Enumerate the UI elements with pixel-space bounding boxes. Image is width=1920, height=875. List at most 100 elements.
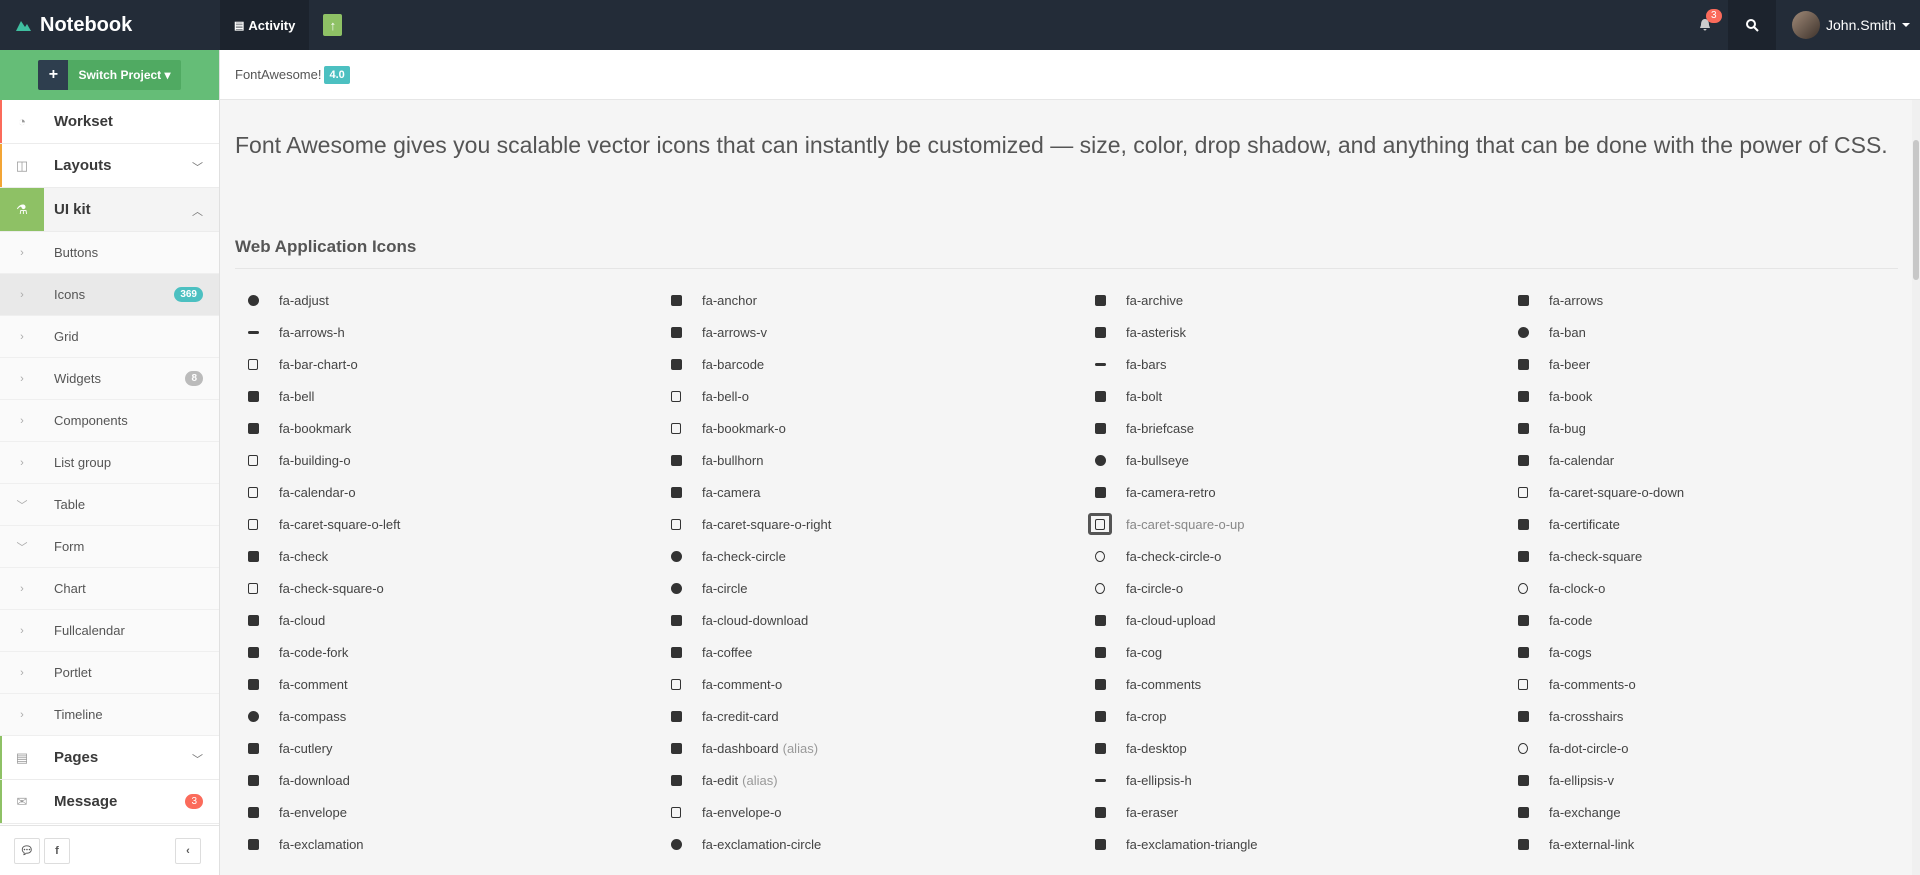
icon-list-item[interactable]: fa-desktop (1082, 732, 1505, 764)
icon-list-item[interactable]: fa-exchange (1505, 796, 1915, 828)
icon-list-item[interactable]: fa-book (1505, 380, 1915, 412)
sidebar-subitem-list-group[interactable]: › List group (0, 442, 219, 484)
icon-list-item[interactable]: fa-clock-o (1505, 572, 1915, 604)
icon-list-item[interactable]: fa-comments-o (1505, 668, 1915, 700)
icon-list-item[interactable]: fa-caret-square-o-up (1082, 508, 1505, 540)
icon-list-item[interactable]: fa-code-fork (235, 636, 658, 668)
icon-list-item[interactable]: fa-check-circle-o (1082, 540, 1505, 572)
icon-list-item[interactable]: fa-bug (1505, 412, 1915, 444)
icon-list-item[interactable]: fa-calendar (1505, 444, 1915, 476)
chat-button[interactable]: 💬︎ (14, 837, 40, 864)
icon-list-item[interactable]: fa-bars (1082, 348, 1505, 380)
icon-list-item[interactable]: fa-bullseye (1082, 444, 1505, 476)
sidebar-item-pages[interactable]: ▤ Pages ﹀ (0, 736, 219, 780)
icon-list-item[interactable]: fa-comment (235, 668, 658, 700)
sidebar-item-message[interactable]: ✉ Message 3 (0, 780, 219, 824)
icon-list-item[interactable]: fa-exclamation-circle (658, 828, 1082, 860)
collapse-sidebar-button[interactable]: ‹ (175, 838, 201, 864)
icon-list-item[interactable]: fa-ellipsis-v (1505, 764, 1915, 796)
sidebar-subitem-table[interactable]: ﹀ Table (0, 484, 219, 526)
icon-list-item[interactable]: fa-download (235, 764, 658, 796)
icon-list-item[interactable]: fa-circle (658, 572, 1082, 604)
icon-list-item[interactable]: fa-adjust (235, 284, 658, 316)
icon-list-item[interactable]: fa-envelope (235, 796, 658, 828)
icon-list-item[interactable]: fa-crosshairs (1505, 700, 1915, 732)
icon-list-item[interactable]: fa-cloud-download (658, 604, 1082, 636)
icon-list-item[interactable]: fa-ellipsis-h (1082, 764, 1505, 796)
icon-list-item[interactable]: fa-anchor (658, 284, 1082, 316)
icon-list-item[interactable]: fa-certificate (1505, 508, 1915, 540)
icon-list-item[interactable]: fa-bookmark-o (658, 412, 1082, 444)
icon-list-item[interactable]: fa-check-square (1505, 540, 1915, 572)
icon-list-item[interactable]: fa-cogs (1505, 636, 1915, 668)
icon-list-item[interactable]: fa-cutlery (235, 732, 658, 764)
icon-list-item[interactable]: fa-check-circle (658, 540, 1082, 572)
sidebar-subitem-buttons[interactable]: › Buttons (0, 232, 219, 274)
sidebar-item-layouts[interactable]: ◫ Layouts ﹀ (0, 144, 219, 188)
sidebar-subitem-grid[interactable]: › Grid (0, 316, 219, 358)
icon-list-item[interactable]: fa-compass (235, 700, 658, 732)
icon-list-item[interactable]: fa-credit-card (658, 700, 1082, 732)
icon-list-item[interactable]: fa-external-link (1505, 828, 1915, 860)
icon-list-item[interactable]: fa-caret-square-o-right (658, 508, 1082, 540)
icon-list-item[interactable]: fa-eraser (1082, 796, 1505, 828)
sidebar-subitem-components[interactable]: › Components (0, 400, 219, 442)
icon-list-item[interactable]: fa-building-o (235, 444, 658, 476)
icon-list-item[interactable]: fa-camera (658, 476, 1082, 508)
icon-list-item[interactable]: fa-asterisk (1082, 316, 1505, 348)
notifications-button[interactable]: 3 (1682, 0, 1728, 50)
icon-list-item[interactable]: fa-camera-retro (1082, 476, 1505, 508)
icon-list-item[interactable]: fa-code (1505, 604, 1915, 636)
sidebar-subitem-portlet[interactable]: › Portlet (0, 652, 219, 694)
icon-list-item[interactable]: fa-envelope-o (658, 796, 1082, 828)
icon-list-item[interactable]: fa-circle-o (1082, 572, 1505, 604)
switch-project-button[interactable]: + Switch Project ▾ (38, 60, 181, 90)
activity-button[interactable]: ▤ Activity (220, 0, 310, 50)
icon-list-item[interactable]: fa-archive (1082, 284, 1505, 316)
icon-list-item[interactable]: fa-exclamation-triangle (1082, 828, 1505, 860)
icon-list-item[interactable]: fa-comment-o (658, 668, 1082, 700)
icon-list-item[interactable]: fa-crop (1082, 700, 1505, 732)
icon-list-item[interactable]: fa-barcode (658, 348, 1082, 380)
sidebar-item-ui-kit[interactable]: ⚗ UI kit ︿ (0, 188, 219, 232)
icon-list-item[interactable]: fa-arrows-h (235, 316, 658, 348)
brand-logo[interactable]: Notebook (0, 0, 220, 50)
upload-button[interactable]: ↑ (323, 14, 343, 36)
icon-list-item[interactable]: fa-bell (235, 380, 658, 412)
sidebar-subitem-form[interactable]: ﹀ Form (0, 526, 219, 568)
icon-list-item[interactable]: fa-bolt (1082, 380, 1505, 412)
sidebar-item-workset[interactable]: ◔ Workset (0, 100, 219, 144)
icon-list-item[interactable]: fa-check-square-o (235, 572, 658, 604)
icon-list-item[interactable]: fa-comments (1082, 668, 1505, 700)
icon-list-item[interactable]: fa-briefcase (1082, 412, 1505, 444)
icon-list-item[interactable]: fa-beer (1505, 348, 1915, 380)
icon-list-item[interactable]: fa-exclamation (235, 828, 658, 860)
icon-list-item[interactable]: fa-calendar-o (235, 476, 658, 508)
sidebar-subitem-icons[interactable]: › Icons 369 (0, 274, 219, 316)
sidebar-subitem-timeline[interactable]: › Timeline (0, 694, 219, 736)
icon-list-item[interactable]: fa-bell-o (658, 380, 1082, 412)
icon-list-item[interactable]: fa-dot-circle-o (1505, 732, 1915, 764)
icon-list-item[interactable]: fa-arrows (1505, 284, 1915, 316)
search-button[interactable] (1728, 0, 1776, 50)
icon-list-item[interactable]: fa-cog (1082, 636, 1505, 668)
icon-list-item[interactable]: fa-check (235, 540, 658, 572)
icon-list-item[interactable]: fa-bullhorn (658, 444, 1082, 476)
icon-list-item[interactable]: fa-bookmark (235, 412, 658, 444)
icon-list-item[interactable]: fa-caret-square-o-down (1505, 476, 1915, 508)
icon-list-item[interactable]: fa-cloud (235, 604, 658, 636)
icon-list-item[interactable]: fa-arrows-v (658, 316, 1082, 348)
icon-list-item[interactable]: fa-edit (alias) (658, 764, 1082, 796)
icon-list-item[interactable]: fa-cloud-upload (1082, 604, 1505, 636)
icon-list-item[interactable]: fa-caret-square-o-left (235, 508, 658, 540)
facebook-button[interactable]: f (44, 837, 70, 864)
sidebar-subitem-chart[interactable]: › Chart (0, 568, 219, 610)
icon-list-item[interactable]: fa-coffee (658, 636, 1082, 668)
icon-list-item[interactable]: fa-bar-chart-o (235, 348, 658, 380)
user-menu[interactable]: John.Smith (1776, 0, 1920, 50)
scrollbar-thumb[interactable] (1913, 140, 1919, 280)
icon-list-item[interactable]: fa-ban (1505, 316, 1915, 348)
sidebar-subitem-fullcalendar[interactable]: › Fullcalendar (0, 610, 219, 652)
icon-list-item[interactable]: fa-dashboard (alias) (658, 732, 1082, 764)
content-scrollbar[interactable] (1912, 100, 1920, 875)
